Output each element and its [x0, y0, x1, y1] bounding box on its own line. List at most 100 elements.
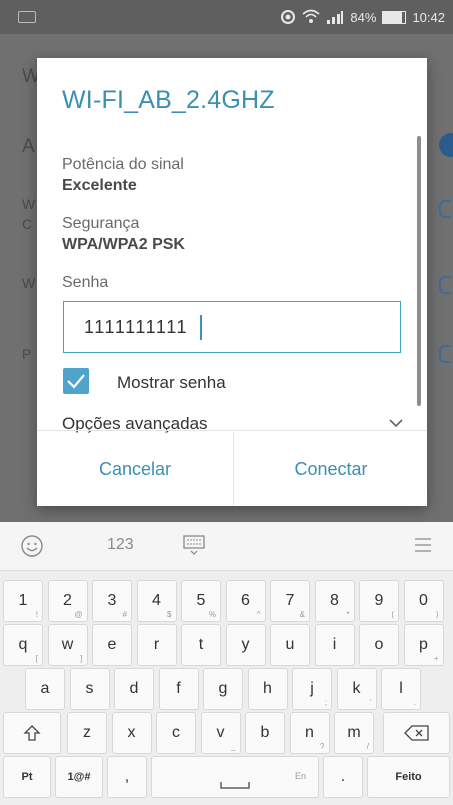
key-x[interactable]: x — [111, 712, 152, 754]
key-a[interactable]: a — [25, 668, 65, 710]
password-input[interactable]: 1111111111 — [63, 301, 401, 353]
key-h[interactable]: h — [247, 668, 288, 710]
key-comma[interactable]: , — [107, 756, 147, 798]
backspace-key[interactable] — [383, 712, 450, 754]
wifi-connect-dialog: WI-FI_AB_2.4GHZ Potência do sinal Excele… — [37, 58, 427, 506]
key-8[interactable]: 8 * — [314, 580, 355, 622]
key-0[interactable]: 0) — [403, 580, 444, 622]
key-v[interactable]: v _ — [200, 712, 241, 754]
status-bar: 84% 10:42 — [0, 0, 453, 34]
key-label: 0 — [419, 592, 428, 609]
key-7[interactable]: 7 & — [270, 580, 310, 622]
done-key[interactable]: Feito — [367, 756, 450, 798]
key-5[interactable]: 5% — [181, 580, 221, 622]
key-m[interactable]: m / — [334, 712, 374, 754]
key-s[interactable]: s — [69, 668, 110, 710]
battery-percent: 84% — [350, 9, 377, 25]
backspace-icon — [403, 725, 429, 741]
key-z[interactable]: z — [67, 712, 107, 754]
key-alt-label: [ — [35, 654, 38, 663]
key-u[interactable]: u — [270, 624, 310, 666]
key-alt-label: @ — [74, 610, 83, 619]
show-password-label[interactable]: Mostrar senha — [117, 373, 226, 393]
key-label: c — [172, 724, 180, 741]
key-2[interactable]: 2 @ — [47, 580, 88, 622]
keyboard-toolbar: 123 — [0, 522, 453, 571]
keyboard-layout-icon[interactable] — [183, 535, 205, 555]
key-3[interactable]: 3 # — [92, 580, 132, 622]
language-key[interactable]: Pt — [3, 756, 51, 798]
key-p[interactable]: p + — [403, 624, 444, 666]
key-i[interactable]: i — [314, 624, 355, 666]
key-t[interactable]: t — [181, 624, 221, 666]
key-period[interactable]: . — [323, 756, 363, 798]
password-value: 1111111111 — [84, 317, 189, 337]
symbols-key[interactable]: 1@# — [55, 756, 103, 798]
key-w[interactable]: w] — [47, 624, 88, 666]
key-alt-label: . — [413, 698, 416, 707]
key-alt-label: & — [299, 610, 305, 619]
show-password-checkbox[interactable] — [63, 368, 89, 394]
key-q[interactable]: q[ — [3, 624, 43, 666]
key-label: 1 — [18, 592, 28, 609]
key-label: a — [40, 680, 50, 697]
key-label: q — [18, 636, 28, 653]
numeric-mode-button[interactable]: 123 — [107, 536, 134, 554]
key-label: 7 — [285, 592, 295, 609]
key-o[interactable]: o — [359, 624, 399, 666]
clock: 10:42 — [412, 9, 445, 25]
key-k[interactable]: k ' — [336, 668, 377, 710]
password-label: Senha — [62, 274, 109, 291]
key-alt-label: % — [208, 610, 216, 619]
bg-peek-char: A — [22, 136, 35, 157]
bg-peek-char: C — [22, 216, 33, 232]
key-label: 4 — [152, 592, 161, 609]
key-f[interactable]: f — [158, 668, 199, 710]
key-label: h — [263, 680, 272, 697]
key-label: 8 — [330, 592, 339, 609]
key-label: s — [85, 680, 94, 697]
key-9[interactable]: 9( — [359, 580, 399, 622]
emoji-icon[interactable] — [20, 534, 44, 558]
key-g[interactable]: g — [203, 668, 243, 710]
lock-icon — [439, 276, 451, 294]
key-e[interactable]: e — [92, 624, 132, 666]
bg-peek-char: W — [22, 196, 36, 212]
key-alt-label: / — [366, 742, 369, 751]
dialog-scrollbar[interactable] — [417, 136, 421, 406]
advanced-options-label[interactable]: Opções avançadas — [62, 414, 208, 434]
key-label: 9 — [374, 592, 384, 609]
key-label: n — [305, 724, 314, 741]
signal-strength-value: Excelente — [62, 177, 137, 194]
key-c[interactable]: c — [156, 712, 196, 754]
key-b[interactable]: b — [245, 712, 285, 754]
key-j[interactable]: j; — [292, 668, 332, 710]
key-d[interactable]: d — [114, 668, 154, 710]
checkmark-icon — [67, 374, 85, 389]
key-y[interactable]: y — [225, 624, 266, 666]
space-key[interactable]: En — [151, 756, 319, 798]
key-label: l — [399, 680, 403, 697]
cancel-button[interactable]: Cancelar — [37, 432, 233, 506]
key-alt-label: # — [122, 610, 127, 619]
key-4[interactable]: 4 $ — [136, 580, 177, 622]
lock-icon — [439, 200, 451, 218]
security-label: Segurança — [62, 215, 140, 232]
shift-key[interactable] — [3, 712, 61, 754]
key-6[interactable]: 6 ^ — [225, 580, 266, 622]
connect-button[interactable]: Conectar — [233, 432, 428, 506]
key-r[interactable]: r — [136, 624, 177, 666]
chevron-down-icon[interactable] — [389, 418, 403, 428]
key-label: m — [347, 724, 361, 741]
key-n[interactable]: n? — [289, 712, 330, 754]
key-alt-label: ( — [391, 610, 394, 619]
battery-icon — [382, 10, 407, 24]
key-alt-label: ! — [35, 610, 38, 619]
key-label: e — [107, 636, 117, 653]
key-alt-label: * — [346, 610, 350, 619]
menu-icon[interactable] — [415, 538, 431, 552]
key-1[interactable]: 1! — [3, 580, 43, 622]
key-l[interactable]: l. — [381, 668, 421, 710]
wifi-icon — [302, 9, 320, 23]
key-label: u — [285, 636, 295, 653]
